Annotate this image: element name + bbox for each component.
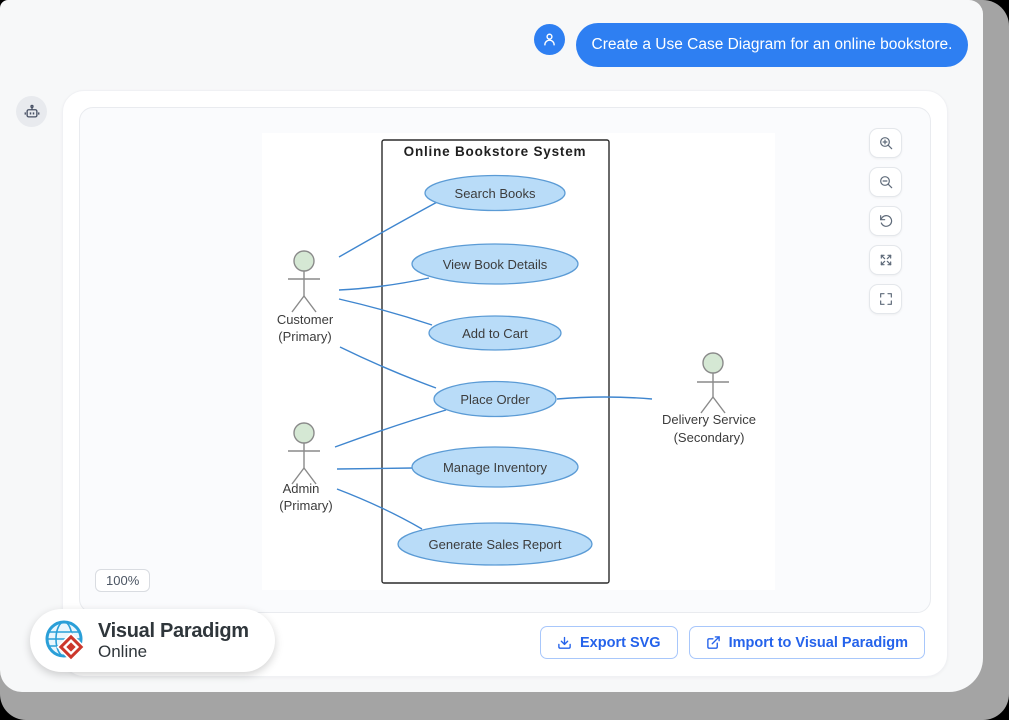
window-frame: Create a Use Case Diagram for an online …: [0, 0, 1009, 720]
assoc-admin-manage-inventory: [337, 468, 413, 469]
reset-view-button[interactable]: [869, 206, 902, 236]
app-window: Create a Use Case Diagram for an online …: [0, 0, 983, 692]
logo-text: Visual Paradigm Online: [98, 621, 249, 661]
import-to-vp-label: Import to Visual Paradigm: [729, 635, 908, 651]
export-svg-label: Export SVG: [580, 635, 661, 651]
fullscreen-button[interactable]: [869, 284, 902, 314]
use-case-label: Generate Sales Report: [429, 537, 562, 552]
actor-delivery-name: Delivery Service: [662, 412, 756, 427]
zoom-out-icon: [878, 174, 894, 190]
actor-admin-name: Admin: [283, 481, 320, 496]
use-case-label: Place Order: [460, 392, 530, 407]
actor-admin: [288, 423, 320, 484]
result-card: Online Bookstore System: [62, 90, 948, 677]
expand-arrows-icon: [878, 252, 894, 268]
actor-customer-name: Customer: [277, 312, 334, 327]
chat-user-message: Create a Use Case Diagram for an online …: [576, 23, 968, 67]
external-link-icon: [706, 635, 721, 650]
diagram-canvas[interactable]: Online Bookstore System: [79, 107, 931, 613]
actor-customer-role: (Primary): [278, 329, 331, 344]
logo-line2: Online: [98, 642, 249, 661]
import-to-visual-paradigm-button[interactable]: Import to Visual Paradigm: [689, 626, 925, 659]
user-icon: [541, 31, 558, 48]
actor-customer: [288, 251, 320, 312]
use-case-label: Add to Cart: [462, 326, 528, 341]
robot-icon: [23, 103, 41, 121]
fit-to-screen-button[interactable]: [869, 245, 902, 275]
download-icon: [557, 635, 572, 650]
logo-line1: Visual Paradigm: [98, 621, 249, 642]
assistant-avatar: [16, 96, 47, 127]
system-boundary-title: Online Bookstore System: [404, 144, 587, 159]
visual-paradigm-globe-icon: [42, 617, 90, 665]
reset-rotate-ccw-icon: [878, 213, 894, 229]
use-case-label: Search Books: [455, 186, 536, 201]
zoom-out-button[interactable]: [869, 167, 902, 197]
zoom-in-button[interactable]: [869, 128, 902, 158]
zoom-in-icon: [878, 135, 894, 151]
use-case-label: Manage Inventory: [443, 460, 548, 475]
user-avatar: [534, 24, 565, 55]
actor-delivery-service: [697, 353, 729, 413]
export-svg-button[interactable]: Export SVG: [540, 626, 678, 659]
actor-delivery-role: (Secondary): [674, 430, 745, 445]
card-footer: Export SVG Import to Visual Paradigm: [540, 626, 925, 659]
use-case-label: View Book Details: [443, 257, 548, 272]
use-case-diagram: Online Bookstore System: [262, 133, 775, 590]
actor-admin-role: (Primary): [279, 498, 332, 513]
zoom-controls: [869, 128, 902, 314]
zoom-level-badge: 100%: [95, 569, 150, 592]
fullscreen-corners-icon: [878, 291, 894, 307]
visual-paradigm-logo[interactable]: Visual Paradigm Online: [30, 609, 275, 672]
